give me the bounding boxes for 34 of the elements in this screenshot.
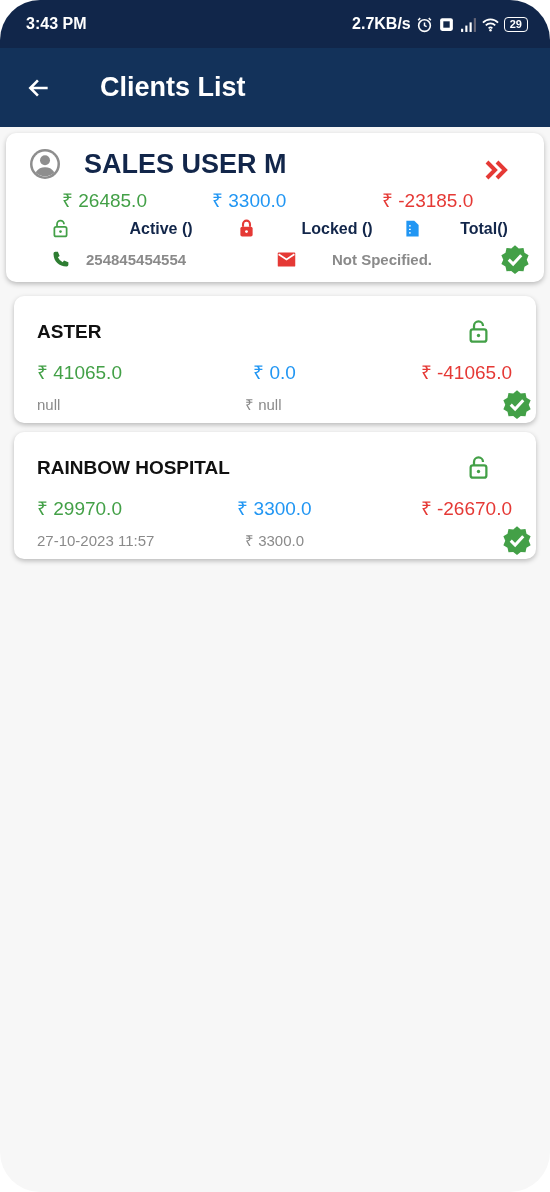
battery-indicator: 29 [503, 16, 528, 32]
amount: ₹ 3300.0 [236, 497, 313, 521]
last-amount: ₹ null [245, 395, 283, 414]
network-speed: 2.7KB/s [352, 15, 411, 33]
unlocked-icon [50, 218, 71, 239]
user-name: SALES USER M [84, 148, 288, 180]
status-time: 3:43 PM [26, 15, 87, 33]
amount: ₹ -23185.0 [382, 189, 475, 213]
signal-icon [459, 15, 477, 33]
last-date: null [37, 395, 62, 413]
alarm-icon [415, 15, 433, 33]
client-card[interactable]: ASTER ₹ 41065.0 ₹ 0.0 ₹ -41065.0 null ₹ null [14, 296, 536, 423]
amount: ₹ -26670.0 [419, 497, 512, 521]
total-count: Total() [459, 219, 509, 238]
amount: ₹ 29970.0 [37, 497, 123, 521]
last-date: 27-10-2023 11:57 [37, 531, 156, 549]
active-count: Active () [128, 219, 194, 238]
phone-number: 254845454554 [86, 250, 188, 268]
amount: ₹ 3300.0 [212, 189, 288, 213]
amount: ₹ -41065.0 [419, 361, 512, 385]
chevrons-icon [484, 159, 510, 181]
amount: ₹ 0.0 [252, 361, 297, 385]
avatar-icon [30, 149, 60, 179]
amount: ₹ 41065.0 [37, 361, 123, 385]
email-address: Not Specified. [332, 250, 433, 268]
open-button[interactable] [484, 159, 510, 181]
client-name: RAINBOW HOSPITAL [37, 456, 230, 479]
client-name: ASTER [37, 320, 102, 343]
amount: ₹ 26485.0 [62, 189, 148, 213]
last-amount: ₹ 3300.0 [245, 531, 306, 550]
sim-icon [437, 15, 455, 33]
client-card[interactable]: RAINBOW HOSPITAL ₹ 29970.0 ₹ 3300.0 ₹ -26670.0 27-10-2023 11:57 ₹ 3300.0 [14, 432, 536, 559]
screen-title: Clients List [100, 72, 246, 103]
locked-count: Locked () [300, 219, 374, 238]
